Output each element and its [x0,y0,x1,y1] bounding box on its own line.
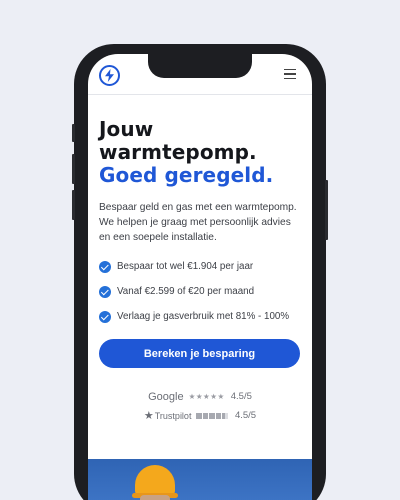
phone-volume-down [72,190,75,220]
check-circle-icon [99,260,111,273]
check-circle-icon [99,285,111,298]
google-rating[interactable]: Google ★★★★★ 4.5/5 [88,387,312,406]
phone-power-button [325,180,328,240]
benefit-item: Bespaar tot wel €1.904 per jaar [99,254,309,279]
hamburger-menu-icon[interactable] [284,69,298,81]
benefit-text: Vanaf €2.599 of €20 per maand [117,286,255,297]
phone-silent-switch [72,124,75,142]
phone-volume-up [72,154,75,184]
google-logo: Google [148,390,184,403]
calculate-savings-button[interactable]: Bereken je besparing [99,339,300,368]
phone-notch [148,50,252,78]
lightning-bolt-icon[interactable] [99,65,120,86]
benefit-item: Verlaag je gasverbruik met 81% - 100% [99,304,309,329]
hard-hat [132,465,178,498]
rating-stars: ★★★★★ [188,392,225,401]
benefit-text: Bespaar tot wel €1.904 per jaar [117,261,254,272]
hero-title-accent: Goed geregeld. [99,163,274,187]
hero-title: Jouw warmtepomp. Goed geregeld. [99,118,304,187]
hero-intro: Bespaar geld en gas met een warmtepomp. … [99,202,297,243]
ratings: Google ★★★★★ 4.5/5 ★ Trustpilot 4.5/5 [88,387,312,425]
lightning-bolt-glyph [105,69,114,82]
phone-screen: Jouw warmtepomp. Goed geregeld. Bespaar … [88,54,312,500]
trustpilot-star-icon: ★ [143,410,154,422]
trustpilot-rating[interactable]: ★ Trustpilot 4.5/5 [88,406,312,425]
installer-photo [88,459,312,500]
rating-score: 4.5/5 [234,410,257,421]
installer-face [140,495,170,500]
trustpilot-stars [196,412,229,419]
benefit-item: Vanaf €2.599 of €20 per maand [99,279,309,304]
hero-title-line1: Jouw [99,117,154,141]
rating-score: 4.5/5 [230,391,252,402]
hero-title-line2: warmtepomp. [99,140,257,164]
trustpilot-logo: Trustpilot [154,410,192,421]
check-circle-icon [99,310,111,323]
benefit-text: Verlaag je gasverbruik met 81% - 100% [117,311,290,322]
benefits-list: Bespaar tot wel €1.904 per jaar Vanaf €2… [99,254,309,329]
